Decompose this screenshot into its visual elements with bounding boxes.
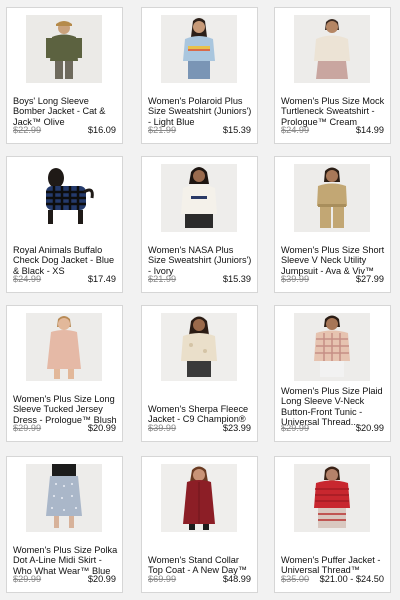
product-title[interactable]: Women's Plus Size Polka Dot A-Line Midi … <box>13 545 118 576</box>
product-card[interactable]: Women's Sherpa Fleece Jacket - C9 Champi… <box>141 305 258 442</box>
product-grid: Boys' Long Sleeve Bomber Jacket - Cat & … <box>0 0 400 600</box>
regular-price: $39.99 <box>148 423 177 433</box>
product-title[interactable]: Royal Animals Buffalo Check Dog Jacket -… <box>13 245 118 276</box>
price-row: $69.99 $48.99 <box>148 573 251 585</box>
regular-price: $24.99 <box>13 274 42 284</box>
product-image[interactable] <box>294 464 370 532</box>
sale-price: $20.99 <box>355 423 384 433</box>
product-card[interactable]: Women's Puffer Jacket - Universal Thread… <box>274 456 391 593</box>
product-title[interactable]: Women's Polaroid Plus Size Sweatshirt (J… <box>148 96 253 127</box>
price-row: $29.99 $20.99 <box>281 422 384 434</box>
sale-price: $48.99 <box>222 574 251 584</box>
product-card[interactable]: Women's Polaroid Plus Size Sweatshirt (J… <box>141 7 258 144</box>
regular-price: $29.99 <box>13 423 42 433</box>
sale-price: $15.39 <box>222 274 251 284</box>
product-image[interactable] <box>294 164 370 232</box>
sale-price: $20.99 <box>87 574 116 584</box>
product-card[interactable]: Women's NASA Plus Size Sweatshirt (Junio… <box>141 156 258 293</box>
regular-price: $69.99 <box>148 574 177 584</box>
product-image[interactable] <box>26 164 102 232</box>
product-card[interactable]: Royal Animals Buffalo Check Dog Jacket -… <box>6 156 123 293</box>
price-row: $21.99 $15.39 <box>148 124 251 136</box>
regular-price: $39.99 <box>281 274 310 284</box>
sale-price: $20.99 <box>87 423 116 433</box>
product-image[interactable] <box>294 313 370 381</box>
regular-price: $35.00 <box>281 574 310 584</box>
product-title[interactable]: Women's Plus Size Mock Turtleneck Sweats… <box>281 96 386 127</box>
product-title[interactable]: Women's NASA Plus Size Sweatshirt (Junio… <box>148 245 253 276</box>
product-title[interactable]: Boys' Long Sleeve Bomber Jacket - Cat & … <box>13 96 118 127</box>
product-card[interactable]: Women's Plus Size Polka Dot A-Line Midi … <box>6 456 123 593</box>
price-row: $24.99 $17.49 <box>13 273 116 285</box>
product-image[interactable] <box>26 464 102 532</box>
price-row: $21.99 $15.39 <box>148 273 251 285</box>
price-row: $29.99 $20.99 <box>13 573 116 585</box>
product-image[interactable] <box>161 313 237 381</box>
product-image[interactable] <box>26 313 102 381</box>
product-card[interactable]: Women's Plus Size Mock Turtleneck Sweats… <box>274 7 391 144</box>
sale-price: $14.99 <box>355 125 384 135</box>
sale-price: $16.09 <box>87 125 116 135</box>
price-row: $39.99 $23.99 <box>148 422 251 434</box>
product-card[interactable]: Women's Plus Size Long Sleeve Tucked Jer… <box>6 305 123 442</box>
product-image[interactable] <box>294 15 370 83</box>
regular-price: $22.99 <box>13 125 42 135</box>
product-image[interactable] <box>161 164 237 232</box>
regular-price: $21.99 <box>148 274 177 284</box>
sale-price: $15.39 <box>222 125 251 135</box>
price-row: $22.99 $16.09 <box>13 124 116 136</box>
product-title[interactable]: Women's Plus Size Long Sleeve Tucked Jer… <box>13 394 118 425</box>
product-card[interactable]: Women's Stand Collar Top Coat - A New Da… <box>141 456 258 593</box>
product-card[interactable]: Women's Plus Size Short Sleeve V Neck Ut… <box>274 156 391 293</box>
price-row: $35.00 $21.00 - $24.50 <box>281 573 384 585</box>
sale-price: $27.99 <box>355 274 384 284</box>
product-image[interactable] <box>161 464 237 532</box>
product-card[interactable]: Women's Plus Size Plaid Long Sleeve V-Ne… <box>274 305 391 442</box>
regular-price: $29.99 <box>281 423 310 433</box>
product-image[interactable] <box>26 15 102 83</box>
sale-price: $17.49 <box>87 274 116 284</box>
sale-price: $23.99 <box>222 423 251 433</box>
product-title[interactable]: Women's Plus Size Short Sleeve V Neck Ut… <box>281 245 386 276</box>
price-row: $39.99 $27.99 <box>281 273 384 285</box>
price-row: $24.99 $14.99 <box>281 124 384 136</box>
product-image[interactable] <box>161 15 237 83</box>
regular-price: $21.99 <box>148 125 177 135</box>
regular-price: $29.99 <box>13 574 42 584</box>
price-row: $29.99 $20.99 <box>13 422 116 434</box>
sale-price: $21.00 - $24.50 <box>319 574 384 584</box>
product-card[interactable]: Boys' Long Sleeve Bomber Jacket - Cat & … <box>6 7 123 144</box>
regular-price: $24.99 <box>281 125 310 135</box>
